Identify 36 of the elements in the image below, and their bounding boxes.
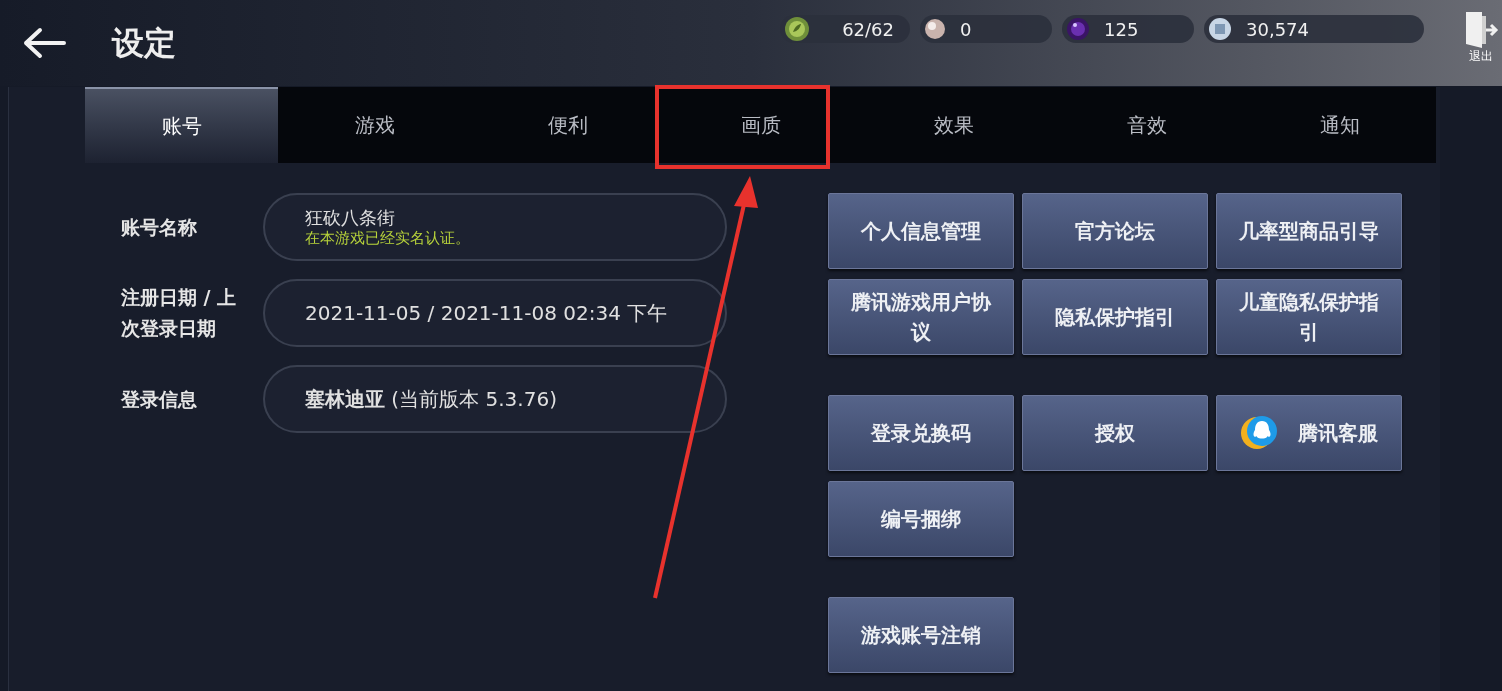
tab[interactable]: 便利: [471, 87, 664, 163]
menu-button[interactable]: 个人信息管理: [828, 193, 1014, 269]
coin-icon: [1208, 17, 1232, 41]
currency-value: 0: [960, 17, 972, 42]
verification-note: 在本游戏已经实名认证。: [305, 229, 471, 247]
tab[interactable]: 音效: [1050, 87, 1243, 163]
field-value: 狂砍八条街: [305, 207, 396, 229]
field-label: 账号名称: [121, 214, 198, 240]
currency-value: 125: [1104, 17, 1139, 42]
leaf-medal-icon: [784, 16, 810, 42]
tab[interactable]: 通知: [1243, 87, 1436, 163]
field-value: 2021-11-05 / 2021-11-08 02:34 下午: [305, 300, 669, 327]
currency-value: 30,574: [1246, 17, 1309, 42]
tab[interactable]: 效果: [857, 87, 1050, 163]
tab[interactable]: 账号: [85, 87, 278, 163]
exit-label: 退出: [1469, 50, 1493, 62]
menu-button[interactable]: 腾讯游戏用户协议: [828, 279, 1014, 355]
menu-button[interactable]: 腾讯客服: [1216, 395, 1402, 471]
menu-button[interactable]: 授权: [1022, 395, 1208, 471]
menu-button[interactable]: 游戏账号注销: [828, 597, 1014, 673]
field-label: 注册日期 / 上次登录日期: [121, 285, 238, 341]
pearl-icon: [924, 18, 946, 40]
page-title: 设定: [112, 23, 176, 64]
tab[interactable]: 游戏: [278, 87, 471, 163]
menu-button[interactable]: 官方论坛: [1022, 193, 1208, 269]
field-value: 塞林迪亚 (当前版本 5.3.76): [305, 386, 558, 413]
orb-icon: [1066, 17, 1090, 41]
tab[interactable]: 画质: [664, 87, 857, 163]
back-arrow-icon[interactable]: [22, 27, 66, 59]
currency-value: 62/62: [842, 17, 894, 42]
menu-button[interactable]: 隐私保护指引: [1022, 279, 1208, 355]
field-label: 登录信息: [121, 386, 198, 412]
menu-button[interactable]: 儿童隐私保护指引: [1216, 279, 1402, 355]
menu-button[interactable]: 登录兑换码: [828, 395, 1014, 471]
menu-button[interactable]: 编号捆绑: [828, 481, 1014, 557]
menu-button[interactable]: 几率型商品引导: [1216, 193, 1402, 269]
